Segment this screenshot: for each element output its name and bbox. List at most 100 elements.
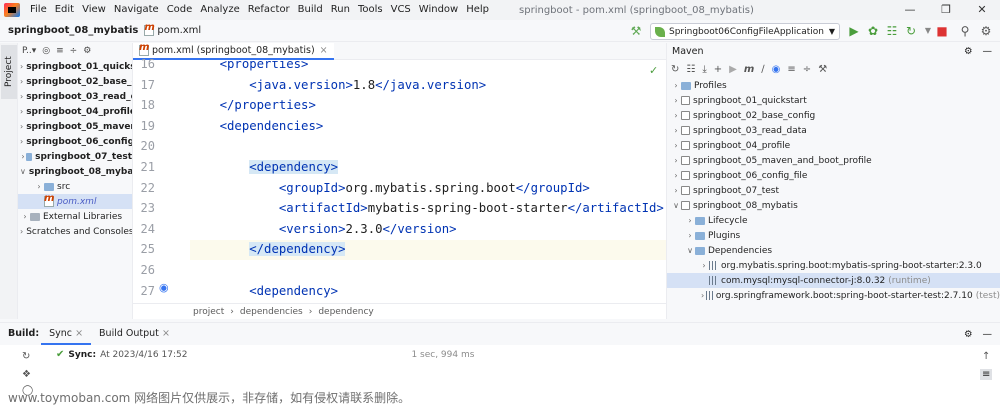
- expand-arrow-icon[interactable]: ›: [685, 231, 695, 240]
- menu-build[interactable]: Build: [294, 0, 327, 20]
- run-configuration-select[interactable]: Springboot06ConfigFileApplication ▼: [650, 23, 840, 40]
- expand-all-icon[interactable]: ÷: [70, 46, 78, 56]
- toggle-offline-icon[interactable]: ∕: [761, 64, 764, 75]
- rerun-icon[interactable]: ↻: [22, 351, 30, 362]
- expand-arrow-icon[interactable]: ›: [671, 111, 681, 120]
- project-tree-row[interactable]: › springboot_04_profile: [18, 104, 132, 119]
- pin-icon[interactable]: ❖: [22, 369, 31, 380]
- show-dependencies-icon[interactable]: ≡: [787, 64, 795, 75]
- inspection-ok-check-icon[interactable]: ✓: [649, 64, 658, 77]
- project-tree-row[interactable]: › springboot_07_test: [18, 149, 132, 164]
- menu-vcs[interactable]: VCS: [387, 0, 415, 20]
- maven-tree-row[interactable]: › springboot_07_test: [667, 183, 1000, 198]
- build-settings-icon[interactable]: ⚙: [964, 329, 973, 340]
- scroll-up-icon[interactable]: ↑: [982, 351, 990, 362]
- collapse-icon[interactable]: ÷: [803, 64, 811, 75]
- code-area[interactable]: <properties> <java.version>1.8</java.ver…: [190, 61, 666, 303]
- run-icon[interactable]: ▶: [846, 23, 862, 39]
- expand-arrow-icon[interactable]: ›: [20, 107, 23, 116]
- maven-tree-row[interactable]: › springboot_04_profile: [667, 138, 1000, 153]
- breadcrumb-dependencies[interactable]: dependencies: [240, 307, 303, 317]
- collapse-all-icon[interactable]: ≡: [56, 46, 64, 56]
- spring-run-gutter-icon[interactable]: ◉: [159, 281, 169, 294]
- expand-arrow-icon[interactable]: ›: [671, 171, 681, 180]
- debug-icon[interactable]: ✿: [865, 23, 881, 39]
- expand-arrow-icon[interactable]: ›: [671, 126, 681, 135]
- expand-arrow-icon[interactable]: ›: [685, 216, 695, 225]
- expand-arrow-icon[interactable]: ›: [671, 186, 681, 195]
- add-icon[interactable]: +: [714, 64, 722, 75]
- maximize-icon[interactable]: ❐: [928, 0, 964, 20]
- maven-tree-row[interactable]: › Plugins: [667, 228, 1000, 243]
- project-tree-row[interactable]: ∨springboot_08_mybatis: [18, 164, 132, 179]
- project-view-select[interactable]: P..▾: [22, 46, 36, 56]
- nav-file[interactable]: pom.xml: [142, 22, 203, 36]
- maven-settings-icon[interactable]: ⚙: [964, 46, 973, 57]
- maven-tree-row[interactable]: › springboot_06_config_file: [667, 168, 1000, 183]
- maven-tree-row[interactable]: › springboot_03_read_data: [667, 123, 1000, 138]
- expand-arrow-icon[interactable]: ›: [20, 227, 23, 236]
- project-tree-row[interactable]: ›springboot_05_maven_and_boot_profile: [18, 119, 132, 134]
- expand-arrow-icon[interactable]: ›: [671, 81, 681, 90]
- menu-window[interactable]: Window: [415, 0, 462, 20]
- maven-tree-row[interactable]: ∨ springboot_08_mybatis: [667, 198, 1000, 213]
- expand-arrow-icon[interactable]: ›: [20, 62, 23, 71]
- skip-tests-icon[interactable]: ◉: [772, 64, 781, 75]
- hide-build-icon[interactable]: —: [983, 329, 993, 340]
- project-tool-tab[interactable]: Project: [1, 45, 17, 99]
- expand-arrow-icon[interactable]: ›: [20, 137, 23, 146]
- project-tree-row[interactable]: ›springboot_03_read_data: [18, 89, 132, 104]
- close-tab-icon[interactable]: ×: [75, 328, 83, 339]
- menu-analyze[interactable]: Analyze: [196, 0, 243, 20]
- menu-code[interactable]: Code: [163, 0, 197, 20]
- maven-tree-row[interactable]: › Lifecycle: [667, 213, 1000, 228]
- project-tree-row[interactable]: ›springboot_06_config_file: [18, 134, 132, 149]
- expand-arrow-icon[interactable]: ∨: [685, 246, 695, 255]
- menu-view[interactable]: View: [78, 0, 110, 20]
- project-tree-row[interactable]: › Scratches and Consoles: [18, 224, 132, 239]
- maven-tree-row[interactable]: ∨ Dependencies: [667, 243, 1000, 258]
- expand-arrow-icon[interactable]: ›: [699, 261, 709, 270]
- profile-icon[interactable]: ↻: [903, 23, 919, 39]
- menu-navigate[interactable]: Navigate: [110, 0, 163, 20]
- reload-icon[interactable]: ↻: [671, 64, 679, 75]
- hide-panel-icon[interactable]: —: [983, 46, 993, 57]
- expand-arrow-icon[interactable]: ›: [20, 212, 30, 221]
- project-tree-row[interactable]: ›springboot_02_base_config: [18, 74, 132, 89]
- stop-icon[interactable]: ■: [934, 23, 950, 39]
- tab-sync[interactable]: Sync ×: [41, 323, 92, 345]
- maven-tree-row[interactable]: com.mysql:mysql-connector-j:8.0.32 (runti…: [667, 273, 1000, 288]
- soft-wrap-icon[interactable]: ≡: [980, 369, 993, 380]
- expand-arrow-icon[interactable]: ›: [699, 291, 706, 300]
- close-icon[interactable]: ✕: [964, 0, 1000, 20]
- expand-arrow-icon[interactable]: ›: [20, 77, 23, 86]
- menu-help[interactable]: Help: [462, 0, 493, 20]
- maven-tree-row[interactable]: › springboot_01_quickstart: [667, 93, 1000, 108]
- expand-arrow-icon[interactable]: ›: [34, 182, 44, 191]
- close-tab-icon[interactable]: ×: [320, 45, 328, 56]
- search-icon[interactable]: ⚲: [957, 23, 973, 39]
- expand-arrow-icon[interactable]: ∨: [671, 201, 681, 210]
- project-tree-row[interactable]: › External Libraries: [18, 209, 132, 224]
- project-tree-row[interactable]: pom.xml: [18, 193, 132, 209]
- breadcrumb-project[interactable]: project: [193, 307, 224, 317]
- maven-tree-row[interactable]: › springboot_02_base_config: [667, 108, 1000, 123]
- build-hammer-icon[interactable]: ⚒: [628, 23, 644, 39]
- execute-goal-icon[interactable]: m: [744, 64, 754, 75]
- menu-tools[interactable]: Tools: [354, 0, 387, 20]
- menu-edit[interactable]: Edit: [51, 0, 78, 20]
- expand-arrow-icon[interactable]: ›: [671, 96, 681, 105]
- run-maven-icon[interactable]: ▶: [729, 64, 737, 75]
- breadcrumb-dependency[interactable]: dependency: [318, 307, 373, 317]
- expand-arrow-icon[interactable]: ›: [671, 141, 681, 150]
- download-icon[interactable]: ⤓: [702, 64, 706, 75]
- maven-tree-row[interactable]: › org.springframework.boot:spring-boot-st…: [667, 288, 1000, 303]
- minimize-icon[interactable]: —: [892, 0, 928, 20]
- menu-run[interactable]: Run: [327, 0, 354, 20]
- project-settings-icon[interactable]: ⚙: [83, 46, 91, 56]
- project-tree-row[interactable]: › src: [18, 179, 132, 194]
- tab-pom-xml[interactable]: pom.xml (springboot_08_mybatis) ×: [133, 42, 334, 60]
- expand-arrow-icon[interactable]: ∨: [20, 167, 26, 176]
- maven-tree-row[interactable]: › org.mybatis.spring.boot:mybatis-spring-…: [667, 258, 1000, 273]
- expand-arrow-icon[interactable]: ›: [671, 156, 681, 165]
